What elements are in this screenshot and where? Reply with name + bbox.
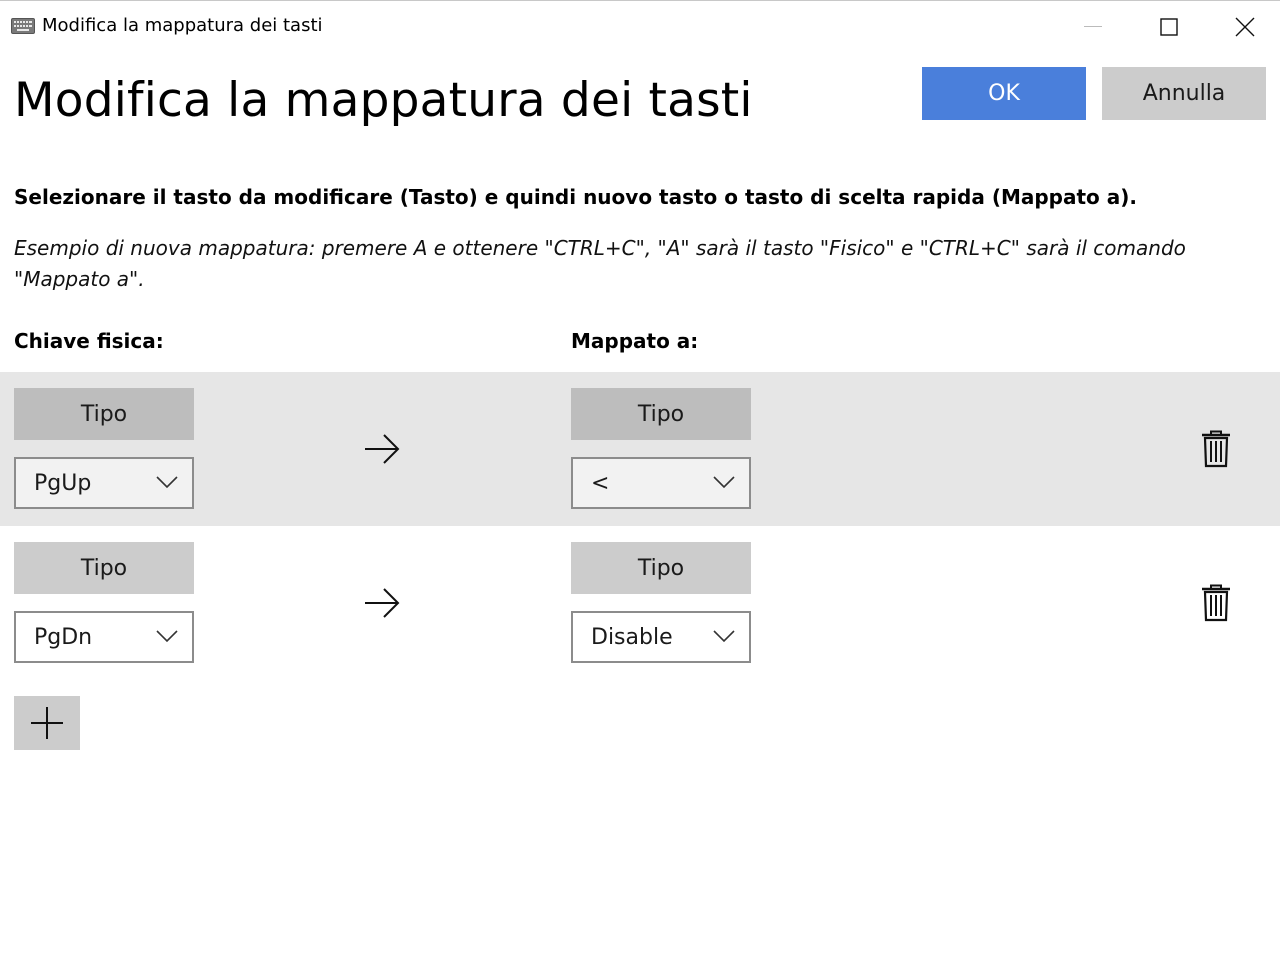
maximize-icon [1160,18,1178,36]
chevron-down-icon [713,630,735,643]
arrow-right-icon [365,434,400,464]
trash-icon[interactable] [1200,430,1232,468]
physical-key-dropdown[interactable]: PgDn [14,611,194,663]
example-text: Esempio di nuova mappatura: premere A e … [14,236,1186,291]
chevron-down-icon [713,476,735,489]
chevron-down-icon [156,476,178,489]
instruction-text: Selezionare il tasto da modificare (Tast… [14,185,1137,209]
chevron-down-icon [156,630,178,643]
physical-key-header: Chiave fisica: [14,329,164,353]
page-title: Modifica la mappatura dei tasti [14,73,753,128]
physical-key-value: PgUp [34,470,92,496]
close-button[interactable] [1206,1,1280,53]
plus-icon [31,707,63,739]
minimize-button[interactable] [1054,1,1132,53]
trash-icon[interactable] [1200,584,1232,622]
ok-button[interactable]: OK [922,67,1086,120]
window-title: Modifica la mappatura dei tasti [42,15,323,36]
mapped-to-header: Mappato a: [571,329,699,353]
maximize-button[interactable] [1130,1,1208,53]
mapping-row: Tipo PgUp Tipo < [0,372,1280,526]
minimize-icon [1084,26,1102,27]
mapped-key-value: Disable [591,624,673,650]
mapping-row: Tipo PgDn Tipo Disable [0,526,1280,680]
mapped-key-value: < [591,470,610,496]
mapped-key-dropdown[interactable]: < [571,457,751,509]
arrow-right-icon [365,588,400,618]
cancel-button[interactable]: Annulla [1102,67,1266,120]
edit-keymap-window: Modifica la mappatura dei tasti Modifica… [0,0,1280,967]
title-bar: Modifica la mappatura dei tasti [0,1,1280,53]
physical-type-button[interactable]: Tipo [14,542,194,594]
keyboard-icon [11,18,35,34]
physical-key-value: PgDn [34,624,93,650]
mapped-type-button[interactable]: Tipo [571,388,751,440]
physical-type-button[interactable]: Tipo [14,388,194,440]
physical-key-dropdown[interactable]: PgUp [14,457,194,509]
close-icon [1235,17,1255,37]
mapped-type-button[interactable]: Tipo [571,542,751,594]
mapped-key-dropdown[interactable]: Disable [571,611,751,663]
add-mapping-button[interactable] [14,696,80,750]
